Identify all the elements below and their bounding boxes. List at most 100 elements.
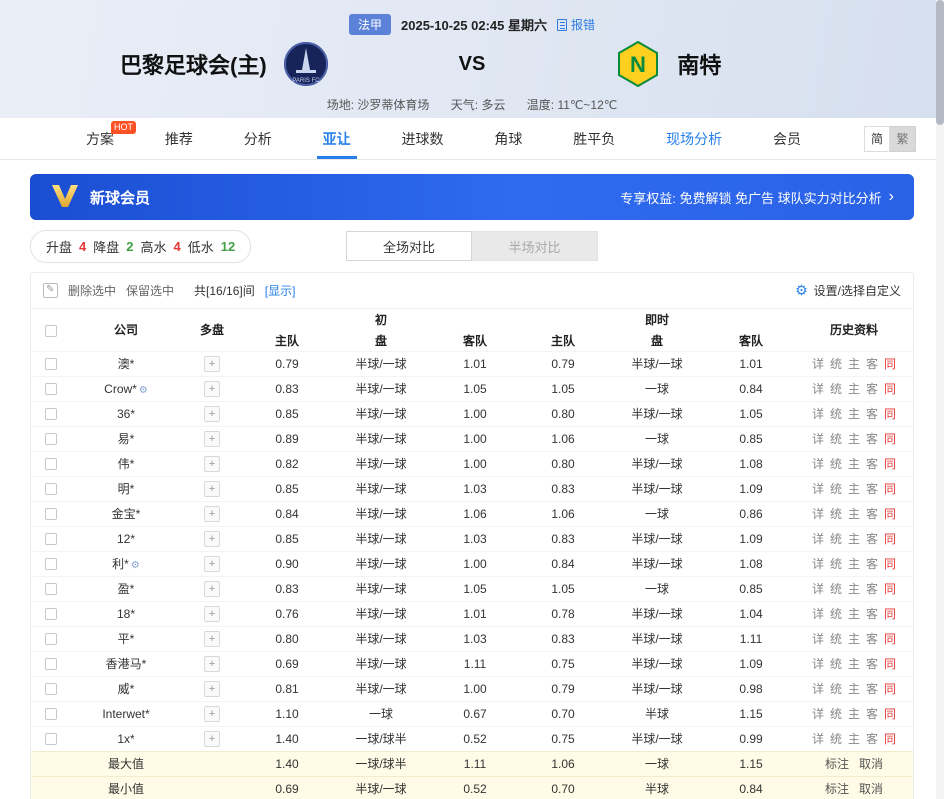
history-link[interactable]: 详	[812, 532, 824, 546]
nav-tab-2[interactable]: 分析	[236, 118, 280, 159]
row-checkbox[interactable]	[45, 383, 57, 395]
expand-multi-button[interactable]: +	[204, 706, 220, 722]
history-link[interactable]: 详	[812, 607, 824, 621]
history-link[interactable]: 主	[848, 507, 860, 521]
history-link[interactable]: 客	[866, 632, 878, 646]
scrollbar-thumb[interactable]	[936, 0, 944, 125]
company-name[interactable]: 利*⚙	[71, 551, 181, 576]
history-link[interactable]: 同	[884, 657, 896, 671]
history-link[interactable]: 详	[812, 557, 824, 571]
history-link[interactable]: 详	[812, 457, 824, 471]
expand-multi-button[interactable]: +	[204, 531, 220, 547]
history-link[interactable]: 主	[848, 457, 860, 471]
company-name[interactable]: 伟*	[71, 451, 181, 476]
company-name[interactable]: Interwet*	[71, 701, 181, 726]
nav-tab-3[interactable]: 亚让	[315, 118, 359, 159]
history-link[interactable]: 详	[812, 357, 824, 371]
expand-multi-button[interactable]: +	[204, 356, 220, 372]
select-all-checkbox[interactable]	[45, 325, 57, 337]
company-name[interactable]: 金宝*	[71, 501, 181, 526]
history-link[interactable]: 统	[830, 632, 842, 646]
history-link[interactable]: 同	[884, 582, 896, 596]
history-link[interactable]: 同	[884, 357, 896, 371]
history-link[interactable]: 客	[866, 382, 878, 396]
expand-multi-button[interactable]: +	[204, 656, 220, 672]
summary-action[interactable]: 取消	[859, 782, 883, 796]
history-link[interactable]: 统	[830, 532, 842, 546]
history-link[interactable]: 主	[848, 407, 860, 421]
expand-multi-button[interactable]: +	[204, 456, 220, 472]
history-link[interactable]: 主	[848, 657, 860, 671]
history-link[interactable]: 统	[830, 482, 842, 496]
company-name[interactable]: 36*	[71, 401, 181, 426]
report-error-link[interactable]: 报错	[557, 16, 595, 33]
expand-multi-button[interactable]: +	[204, 406, 220, 422]
nav-tab-7[interactable]: 现场分析	[658, 118, 730, 159]
history-link[interactable]: 统	[830, 582, 842, 596]
history-link[interactable]: 统	[830, 507, 842, 521]
history-link[interactable]: 主	[848, 582, 860, 596]
history-link[interactable]: 详	[812, 432, 824, 446]
history-link[interactable]: 同	[884, 607, 896, 621]
expand-multi-button[interactable]: +	[204, 481, 220, 497]
scrollbar-track[interactable]	[936, 0, 944, 799]
history-link[interactable]: 客	[866, 607, 878, 621]
history-link[interactable]: 主	[848, 482, 860, 496]
history-link[interactable]: 客	[866, 532, 878, 546]
history-link[interactable]: 详	[812, 707, 824, 721]
expand-multi-button[interactable]: +	[204, 731, 220, 747]
company-name[interactable]: 盈*	[71, 576, 181, 601]
summary-action[interactable]: 标注	[825, 782, 849, 796]
history-link[interactable]: 详	[812, 582, 824, 596]
expand-multi-button[interactable]: +	[204, 556, 220, 572]
history-link[interactable]: 统	[830, 357, 842, 371]
history-link[interactable]: 同	[884, 532, 896, 546]
row-checkbox[interactable]	[45, 633, 57, 645]
history-link[interactable]: 统	[830, 457, 842, 471]
history-link[interactable]: 同	[884, 457, 896, 471]
history-link[interactable]: 客	[866, 682, 878, 696]
row-checkbox[interactable]	[45, 583, 57, 595]
history-link[interactable]: 主	[848, 432, 860, 446]
row-checkbox[interactable]	[45, 408, 57, 420]
history-link[interactable]: 详	[812, 382, 824, 396]
row-checkbox[interactable]	[45, 458, 57, 470]
history-link[interactable]: 同	[884, 407, 896, 421]
history-link[interactable]: 客	[866, 657, 878, 671]
row-checkbox[interactable]	[45, 358, 57, 370]
history-link[interactable]: 详	[812, 632, 824, 646]
history-link[interactable]: 详	[812, 732, 824, 746]
history-link[interactable]: 同	[884, 382, 896, 396]
history-link[interactable]: 统	[830, 607, 842, 621]
company-name[interactable]: 明*	[71, 476, 181, 501]
history-link[interactable]: 客	[866, 732, 878, 746]
company-name[interactable]: 易*	[71, 426, 181, 451]
row-checkbox[interactable]	[45, 733, 57, 745]
history-link[interactable]: 主	[848, 732, 860, 746]
history-link[interactable]: 客	[866, 432, 878, 446]
keep-selected-button[interactable]: 保留选中	[126, 282, 174, 299]
nav-tab-5[interactable]: 角球	[486, 118, 530, 159]
company-name[interactable]: 18*	[71, 601, 181, 626]
company-gear-icon[interactable]: ⚙	[131, 560, 140, 571]
history-link[interactable]: 主	[848, 682, 860, 696]
row-checkbox[interactable]	[45, 608, 57, 620]
half-match-toggle[interactable]: 半场对比	[472, 231, 598, 261]
history-link[interactable]: 客	[866, 707, 878, 721]
row-checkbox[interactable]	[45, 533, 57, 545]
history-link[interactable]: 同	[884, 682, 896, 696]
row-checkbox[interactable]	[45, 483, 57, 495]
history-link[interactable]: 主	[848, 382, 860, 396]
history-link[interactable]: 客	[866, 482, 878, 496]
history-link[interactable]: 同	[884, 732, 896, 746]
row-checkbox[interactable]	[45, 658, 57, 670]
nav-tab-6[interactable]: 胜平负	[565, 118, 623, 159]
history-link[interactable]: 统	[830, 432, 842, 446]
history-link[interactable]: 详	[812, 682, 824, 696]
nav-tab-0[interactable]: 方案HOT	[78, 118, 122, 159]
history-link[interactable]: 客	[866, 357, 878, 371]
history-link[interactable]: 统	[830, 407, 842, 421]
history-link[interactable]: 主	[848, 707, 860, 721]
history-link[interactable]: 统	[830, 732, 842, 746]
company-name[interactable]: 12*	[71, 526, 181, 551]
